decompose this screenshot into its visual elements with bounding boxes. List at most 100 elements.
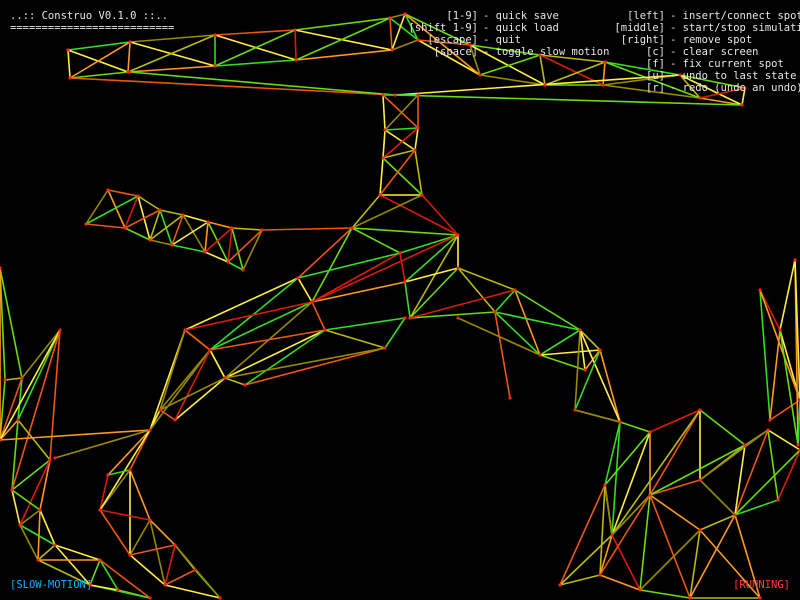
spot[interactable] [776,498,780,502]
spot[interactable] [163,583,167,587]
spot[interactable] [413,148,417,152]
spot[interactable] [573,408,577,412]
spot[interactable] [408,316,412,320]
spot[interactable] [84,222,88,226]
spot[interactable] [206,220,210,224]
spot[interactable] [128,553,132,557]
spot[interactable] [36,558,40,562]
spot[interactable] [243,383,247,387]
spot[interactable] [98,558,102,562]
spot[interactable] [181,213,185,217]
spot[interactable] [758,288,762,292]
spot[interactable] [48,458,52,462]
spot[interactable] [0,266,2,270]
spot[interactable] [241,268,245,272]
spot[interactable] [173,418,177,422]
spot[interactable] [53,456,57,460]
spot[interactable] [106,473,110,477]
spot[interactable] [381,156,385,160]
spot[interactable] [106,188,110,192]
spot[interactable] [603,483,607,487]
spot[interactable] [420,193,424,197]
spot[interactable] [53,543,57,547]
spot[interactable] [350,226,354,230]
spot[interactable] [18,523,22,527]
spot[interactable] [148,518,152,522]
spot[interactable] [323,328,327,332]
spot[interactable] [456,266,460,270]
spot[interactable] [170,243,174,247]
spot[interactable] [698,408,702,412]
spot[interactable] [793,258,797,262]
spot[interactable] [98,508,102,512]
spot[interactable] [698,478,702,482]
spot[interactable] [638,588,642,592]
spot[interactable] [3,378,7,382]
spot[interactable] [310,300,314,304]
spot[interactable] [538,353,542,357]
spring [297,227,353,279]
spot[interactable] [416,126,420,130]
spring [0,429,151,441]
spot[interactable] [740,103,744,107]
spring [159,329,186,411]
spot[interactable] [733,513,737,517]
spot[interactable] [758,596,762,600]
spot[interactable] [796,443,800,447]
spot[interactable] [558,583,562,587]
spot[interactable] [598,348,602,352]
spot[interactable] [403,280,407,284]
spot[interactable] [778,328,782,332]
spot[interactable] [378,193,382,197]
spot[interactable] [193,568,197,572]
spot[interactable] [456,233,460,237]
spot[interactable] [158,208,162,212]
spot[interactable] [743,443,747,447]
spot[interactable] [583,368,587,372]
spot[interactable] [203,250,207,254]
spot[interactable] [618,420,622,424]
spot[interactable] [513,288,517,292]
spot[interactable] [173,543,177,547]
spot[interactable] [116,588,120,592]
spot[interactable] [648,430,652,434]
spot[interactable] [123,226,127,230]
spot[interactable] [398,251,402,255]
spot[interactable] [578,328,582,332]
spot[interactable] [698,528,702,532]
spot[interactable] [183,328,187,332]
spot[interactable] [688,596,692,600]
spot[interactable] [58,328,62,332]
spot[interactable] [296,276,300,280]
spot[interactable] [208,348,212,352]
spot[interactable] [148,428,152,432]
spring [107,189,126,229]
spot[interactable] [598,573,602,577]
spot[interactable] [383,128,387,132]
spot[interactable] [218,596,222,600]
spot[interactable] [158,408,162,412]
spot[interactable] [610,533,614,537]
spot[interactable] [230,226,234,230]
spot[interactable] [456,316,460,320]
spot[interactable] [148,238,152,242]
spring [99,559,119,591]
spot[interactable] [493,310,497,314]
spot[interactable] [508,396,512,400]
spot[interactable] [223,376,227,380]
spot[interactable] [768,418,772,422]
spot[interactable] [648,493,652,497]
spot[interactable] [10,488,14,492]
spot[interactable] [260,228,264,232]
spot[interactable] [16,418,20,422]
spot[interactable] [136,194,140,198]
spot[interactable] [403,316,407,320]
spot[interactable] [383,346,387,350]
spot[interactable] [128,468,132,472]
spring [297,277,313,303]
spot[interactable] [38,508,42,512]
spot[interactable] [226,260,230,264]
spot[interactable] [148,596,152,600]
spot[interactable] [766,428,770,432]
spot[interactable] [20,376,24,380]
